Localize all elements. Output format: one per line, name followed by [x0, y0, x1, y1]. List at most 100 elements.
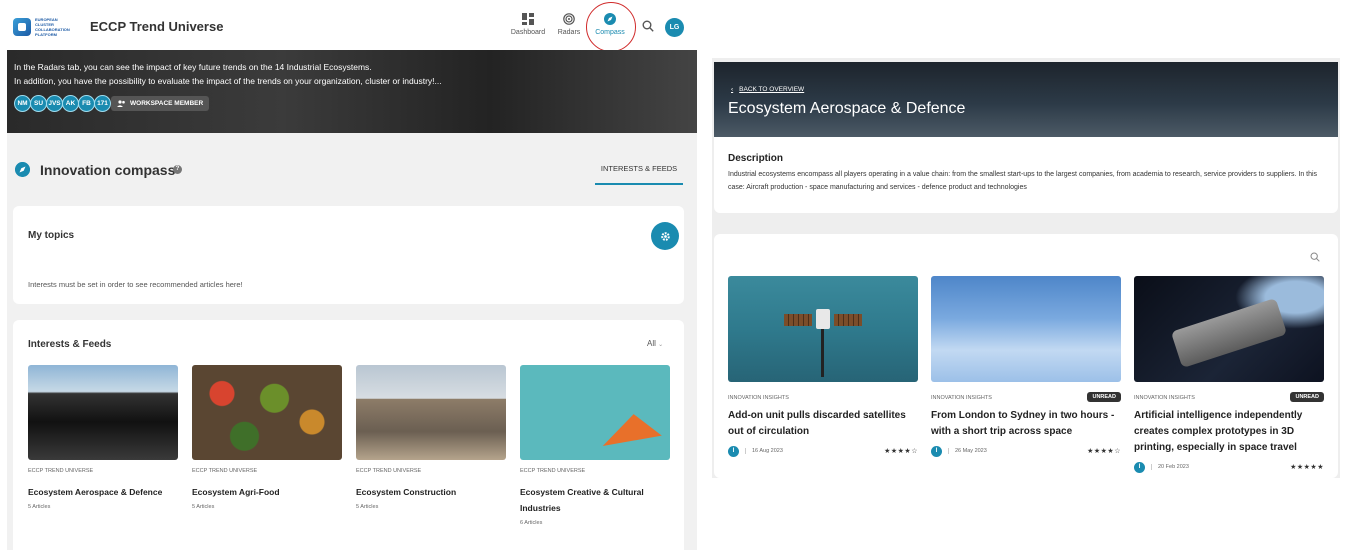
article-meta: INNOVATION INSIGHTS UNREAD [931, 392, 1121, 406]
feed-card[interactable]: ECCP TREND UNIVERSE Ecosystem Agri-Food … [192, 365, 342, 510]
logo-mark-icon [13, 18, 31, 36]
satellite-body-shape [816, 309, 830, 329]
compass-icon [15, 162, 30, 177]
workspace-member-badge: WORKSPACE MEMBER [111, 96, 210, 111]
search-icon[interactable] [1310, 252, 1320, 262]
article-source: INNOVATION INSIGHTS [1134, 395, 1195, 401]
feed-card[interactable]: ECCP TREND UNIVERSE Ecosystem Constructi… [356, 365, 506, 510]
top-navbar: EUROPEAN CLUSTER COLLABORATION PLATFORM … [7, 0, 697, 52]
member-avatar[interactable]: NM [14, 95, 31, 112]
workspace-hero: In the Radars tab, you can see the impac… [7, 50, 697, 133]
user-avatar[interactable]: LG [665, 18, 684, 37]
feed-title[interactable]: Ecosystem Agri-Food [192, 484, 342, 500]
radar-icon [563, 13, 575, 25]
hero-text-line2[interactable]: In addition, you have the possibility to… [14, 76, 442, 86]
feed-title[interactable]: Ecosystem Aerospace & Defence [28, 484, 178, 500]
hero-text-line1: In the Radars tab, you can see the impac… [14, 62, 372, 72]
feed-article-count: 5 Articles [192, 504, 215, 510]
feed-source: ECCP TREND UNIVERSE [28, 468, 94, 474]
feed-source: ECCP TREND UNIVERSE [520, 468, 586, 474]
paper-crane-image[interactable] [520, 365, 670, 460]
tab-interests-feeds[interactable]: INTERESTS & FEEDS [595, 164, 683, 185]
star-rating[interactable]: ★★★★☆ [1087, 447, 1121, 455]
article-footer: I 26 May 2023 ★★★★☆ [931, 446, 1121, 460]
feed-filter-select[interactable]: All ⌄ [647, 339, 663, 348]
back-to-overview-label: BACK TO OVERVIEW [739, 86, 805, 93]
ecosystem-title: Ecosystem Aerospace & Defence [728, 100, 966, 117]
article-date: 20 Feb 2023 [1151, 464, 1189, 470]
feed-article-count: 6 Articles [520, 520, 543, 526]
description-text: Industrial ecosystems encompass all play… [728, 171, 1318, 191]
member-avatar[interactable]: JVS [46, 95, 63, 112]
topics-settings-button[interactable] [651, 222, 679, 250]
satellite-boom-shape [821, 329, 824, 377]
spaceship-shape [1170, 297, 1288, 369]
nav-radars-label: Radars [557, 29, 581, 36]
page-title: Innovation compass [40, 162, 176, 178]
article-title[interactable]: From London to Sydney in two hours - wit… [931, 408, 1121, 440]
article-card[interactable]: INNOVATION INSIGHTS Add-on unit pulls di… [728, 276, 918, 460]
member-avatars[interactable]: NM SU JVS AK FB 171 [14, 95, 111, 112]
article-date: 16 Aug 2023 [745, 448, 783, 454]
feed-article-count: 5 Articles [28, 504, 51, 510]
description-card: Description Industrial ecosystems encomp… [714, 137, 1338, 213]
author-avatar[interactable]: I [931, 446, 942, 457]
feed-source: ECCP TREND UNIVERSE [192, 468, 258, 474]
description-heading: Description [728, 153, 784, 164]
solar-panel-shape [834, 314, 862, 326]
chevron-down-icon: ⌄ [658, 342, 664, 348]
unread-badge: UNREAD [1290, 392, 1324, 402]
my-topics-title: My topics [28, 230, 75, 241]
member-avatar[interactable]: FB [78, 95, 95, 112]
help-icon[interactable]: ? [173, 165, 182, 174]
compass-page: EUROPEAN CLUSTER COLLABORATION PLATFORM … [7, 0, 697, 550]
star-rating[interactable]: ★★★★☆ [884, 447, 918, 455]
member-count[interactable]: 171 [94, 95, 111, 112]
construction-image[interactable] [356, 365, 506, 460]
interests-feeds-card: Interests & Feeds All ⌄ ECCP TREND UNIVE… [13, 320, 684, 550]
article-source: INNOVATION INSIGHTS [931, 395, 992, 401]
author-avatar[interactable]: I [728, 446, 739, 457]
feed-filter-value: All [647, 339, 656, 348]
dashboard-icon [522, 13, 534, 25]
star-rating[interactable]: ★★★★★ [1290, 463, 1324, 471]
food-image[interactable] [192, 365, 342, 460]
articles-card: INNOVATION INSIGHTS Add-on unit pulls di… [714, 234, 1338, 478]
article-title[interactable]: Add-on unit pulls discarded satellites o… [728, 408, 918, 440]
back-to-overview-link[interactable]: ‹ BACK TO OVERVIEW [731, 86, 804, 93]
logo-text: EUROPEAN CLUSTER COLLABORATION PLATFORM [35, 17, 70, 37]
search-icon[interactable] [642, 20, 654, 32]
satellite-image[interactable] [728, 276, 918, 382]
paper-crane-shape [598, 409, 662, 447]
chevron-left-icon: ‹ [731, 86, 734, 93]
feed-title[interactable]: Ecosystem Creative & Cultural Industries [520, 484, 670, 516]
gear-icon [660, 231, 670, 241]
article-card[interactable]: INNOVATION INSIGHTS UNREAD Artificial in… [1134, 276, 1324, 476]
feed-card[interactable]: ECCP TREND UNIVERSE Ecosystem Creative &… [520, 365, 670, 526]
people-icon [117, 100, 125, 107]
feed-title[interactable]: Ecosystem Construction [356, 484, 506, 500]
nav-dashboard[interactable]: Dashboard [508, 13, 548, 36]
spaceship-image[interactable] [1134, 276, 1324, 382]
article-source: INNOVATION INSIGHTS [728, 395, 789, 401]
author-avatar[interactable]: I [1134, 462, 1145, 473]
sky-contrail-image[interactable] [931, 276, 1121, 382]
feed-source: ECCP TREND UNIVERSE [356, 468, 422, 474]
highlight-circle [586, 2, 636, 52]
solar-panel-shape [784, 314, 812, 326]
member-avatar[interactable]: SU [30, 95, 47, 112]
nav-dashboard-label: Dashboard [510, 29, 546, 36]
eccp-logo[interactable]: EUROPEAN CLUSTER COLLABORATION PLATFORM [13, 17, 77, 37]
article-footer: I 16 Aug 2023 ★★★★☆ [728, 446, 918, 460]
unread-badge: UNREAD [1087, 392, 1121, 402]
my-topics-card: My topics Interests must be set in order… [13, 206, 684, 304]
feed-card[interactable]: ECCP TREND UNIVERSE Ecosystem Aerospace … [28, 365, 178, 510]
interests-feeds-title: Interests & Feeds [28, 339, 112, 350]
article-title[interactable]: Artificial intelligence independently cr… [1134, 408, 1324, 456]
member-avatar[interactable]: AK [62, 95, 79, 112]
app-title: ECCP Trend Universe [90, 19, 224, 34]
article-card[interactable]: INNOVATION INSIGHTS UNREAD From London t… [931, 276, 1121, 460]
nav-radars[interactable]: Radars [549, 13, 589, 36]
article-date: 26 May 2023 [948, 448, 987, 454]
cockpit-image[interactable] [28, 365, 178, 460]
